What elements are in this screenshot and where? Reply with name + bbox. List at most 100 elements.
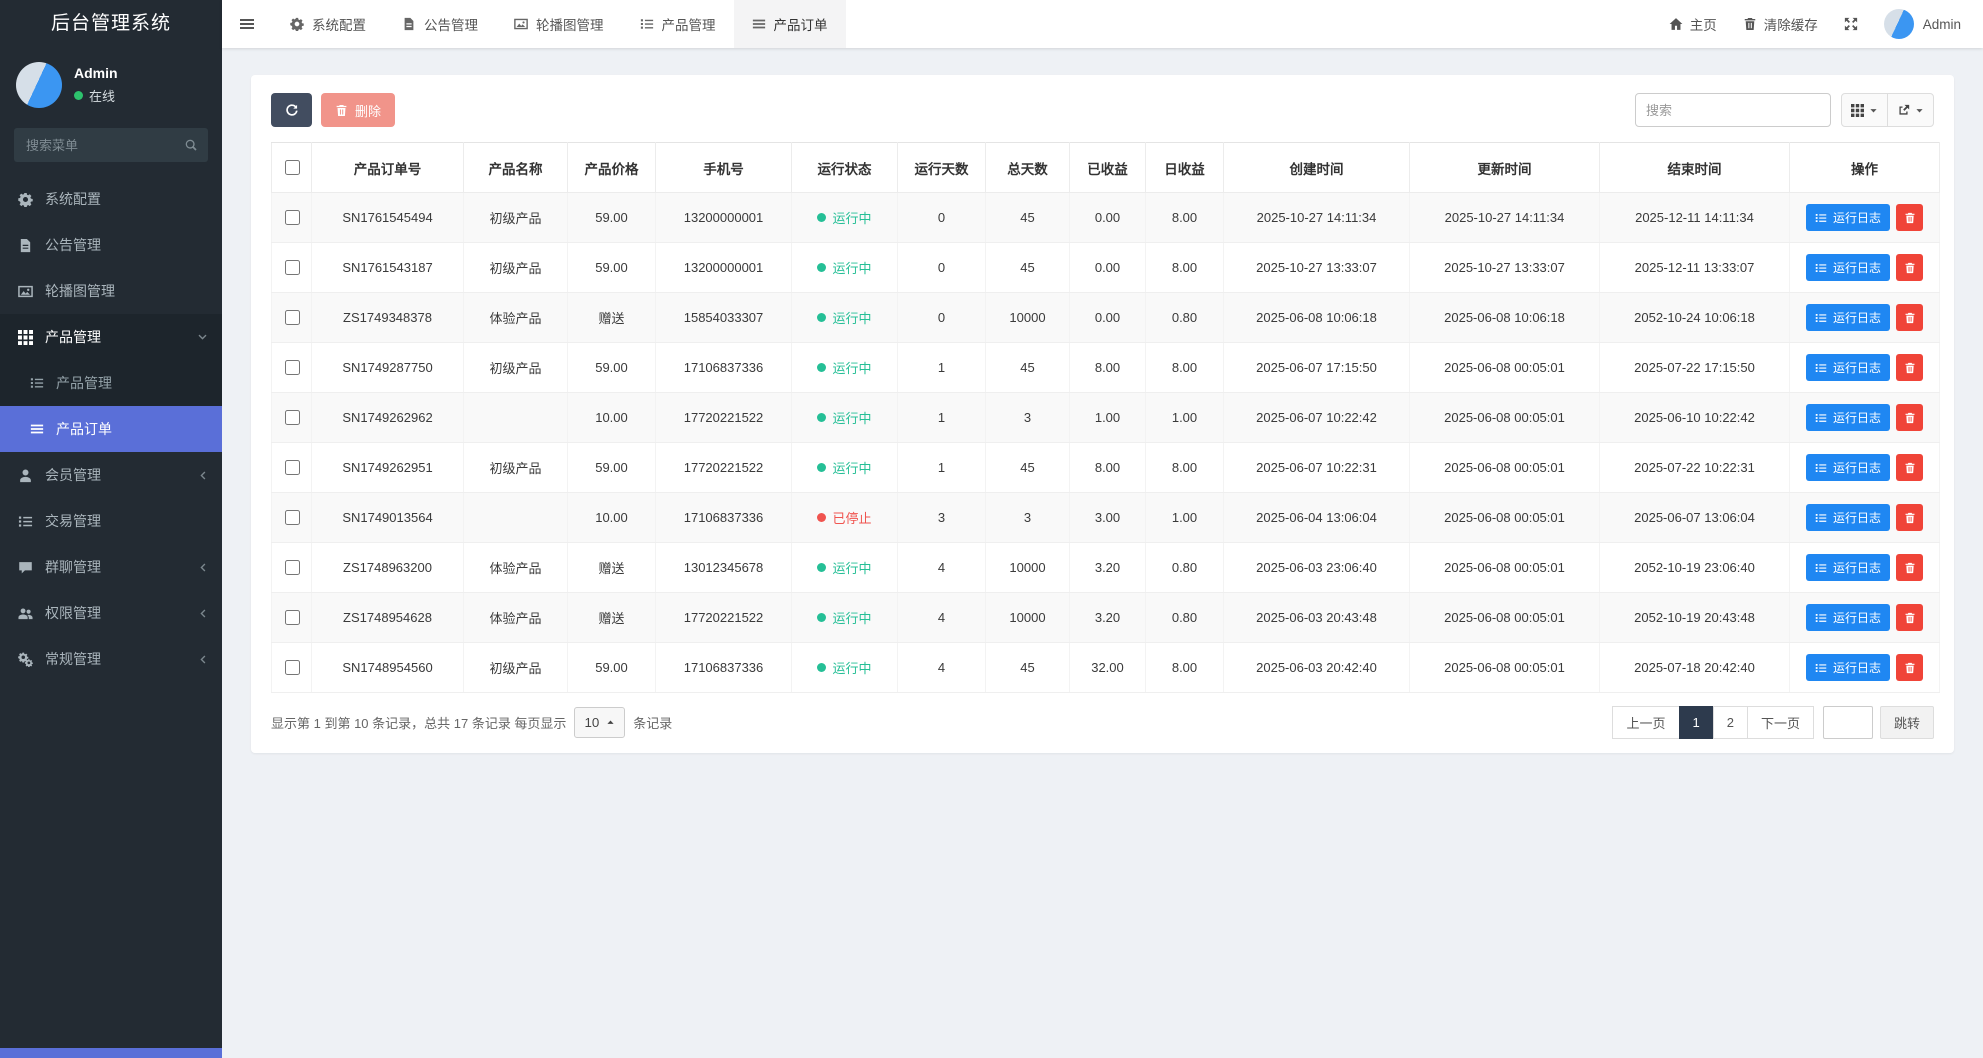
sidebar-item-系统配置[interactable]: 系统配置 [0, 176, 222, 222]
app-root: 后台管理系统 Admin 在线 系统配置公告管理轮播图管理产品管理产品管理产品订… [0, 0, 1983, 1058]
refresh-button[interactable] [271, 93, 312, 127]
run-log-button[interactable]: 运行日志 [1806, 404, 1890, 431]
cell-name: 初级产品 [464, 343, 568, 393]
status-dot-icon [817, 563, 826, 572]
delete-button[interactable]: 删除 [321, 93, 395, 127]
sidebar-item-产品管理[interactable]: 产品管理 [0, 314, 222, 360]
home-link[interactable]: 主页 [1669, 14, 1717, 34]
sidebar-subitem-产品订单[interactable]: 产品订单 [0, 406, 222, 452]
sidebar-subitem-产品管理[interactable]: 产品管理 [0, 360, 222, 406]
next-page-button[interactable]: 下一页 [1747, 706, 1814, 739]
clear-cache-link[interactable]: 清除缓存 [1743, 14, 1818, 34]
row-delete-button[interactable] [1896, 404, 1923, 431]
row-checkbox[interactable] [285, 510, 300, 525]
run-log-button[interactable]: 运行日志 [1806, 204, 1890, 231]
row-checkbox[interactable] [285, 210, 300, 225]
row-delete-button[interactable] [1896, 454, 1923, 481]
tab-公告管理[interactable]: 公告管理 [384, 0, 496, 48]
menu-item-label: 产品订单 [56, 419, 112, 439]
run-log-button[interactable]: 运行日志 [1806, 604, 1890, 631]
row-delete-button[interactable] [1896, 504, 1923, 531]
row-delete-button[interactable] [1896, 654, 1923, 681]
sidebar-item-权限管理[interactable]: 权限管理 [0, 590, 222, 636]
prev-page-button[interactable]: 上一页 [1612, 706, 1679, 739]
status-dot-icon [817, 363, 826, 372]
navbar-user-menu[interactable]: Admin [1884, 9, 1961, 39]
column-header: 创建时间 [1224, 143, 1410, 193]
export-button[interactable] [1887, 93, 1934, 127]
status-dot-icon [817, 263, 826, 272]
tab-产品订单[interactable]: 产品订单 [734, 0, 846, 48]
run-log-button[interactable]: 运行日志 [1806, 454, 1890, 481]
chevron-left-icon [197, 470, 208, 481]
cell-earned: 0.00 [1070, 293, 1146, 343]
row-delete-button[interactable] [1896, 254, 1923, 281]
columns-toggle-button[interactable] [1841, 93, 1888, 127]
run-log-button[interactable]: 运行日志 [1806, 254, 1890, 281]
status-dot-icon [817, 613, 826, 622]
row-checkbox[interactable] [285, 460, 300, 475]
row-checkbox[interactable] [285, 560, 300, 575]
run-log-button[interactable]: 运行日志 [1806, 654, 1890, 681]
chevron-down-icon [197, 332, 208, 343]
select-all-checkbox[interactable] [285, 160, 300, 175]
row-delete-button[interactable] [1896, 554, 1923, 581]
tab-产品管理[interactable]: 产品管理 [622, 0, 734, 48]
page-size-dropdown[interactable]: 10 [574, 707, 625, 738]
tab-轮播图管理[interactable]: 轮播图管理 [496, 0, 622, 48]
cell-days: 4 [898, 543, 986, 593]
cell-phone: 17106837336 [656, 643, 792, 693]
cell-end: 2025-07-18 20:42:40 [1600, 643, 1790, 693]
bars-icon [752, 17, 766, 31]
cell-phone: 13200000001 [656, 193, 792, 243]
run-log-button[interactable]: 运行日志 [1806, 304, 1890, 331]
sidebar-item-会员管理[interactable]: 会员管理 [0, 452, 222, 498]
row-checkbox[interactable] [285, 610, 300, 625]
sidebar-item-公告管理[interactable]: 公告管理 [0, 222, 222, 268]
page-button-1[interactable]: 1 [1679, 706, 1714, 739]
menu-item-label: 会员管理 [45, 465, 101, 485]
run-log-button[interactable]: 运行日志 [1806, 504, 1890, 531]
sidebar-item-常规管理[interactable]: 常规管理 [0, 636, 222, 682]
run-log-button[interactable]: 运行日志 [1806, 554, 1890, 581]
row-checkbox[interactable] [285, 410, 300, 425]
sidebar-toggle-button[interactable] [222, 0, 272, 48]
sidebar: 后台管理系统 Admin 在线 系统配置公告管理轮播图管理产品管理产品管理产品订… [0, 0, 222, 1058]
page-button-2[interactable]: 2 [1713, 706, 1748, 739]
row-checkbox[interactable] [285, 310, 300, 325]
table-search-input[interactable] [1635, 93, 1831, 127]
cell-order: SN1761543187 [312, 243, 464, 293]
jump-button[interactable]: 跳转 [1880, 706, 1934, 739]
column-header: 运行天数 [898, 143, 986, 193]
jump-page-input[interactable] [1823, 706, 1873, 739]
row-delete-button[interactable] [1896, 604, 1923, 631]
menu-item-label: 群聊管理 [45, 557, 101, 577]
row-checkbox[interactable] [285, 260, 300, 275]
cell-phone: 17106837336 [656, 343, 792, 393]
row-delete-button[interactable] [1896, 354, 1923, 381]
users-icon [18, 606, 33, 621]
sidebar-item-交易管理[interactable]: 交易管理 [0, 498, 222, 544]
status-dot-icon [817, 313, 826, 322]
file-icon [402, 17, 416, 31]
list-icon [1815, 412, 1827, 424]
row-delete-button[interactable] [1896, 304, 1923, 331]
caret-up-icon [606, 718, 615, 727]
sidebar-item-轮播图管理[interactable]: 轮播图管理 [0, 268, 222, 314]
avatar [1884, 9, 1914, 39]
tab-系统配置[interactable]: 系统配置 [272, 0, 384, 48]
row-delete-button[interactable] [1896, 204, 1923, 231]
run-log-button[interactable]: 运行日志 [1806, 354, 1890, 381]
cell-price: 59.00 [568, 643, 656, 693]
row-checkbox[interactable] [285, 360, 300, 375]
cell-price: 59.00 [568, 243, 656, 293]
chevron-left-icon [197, 608, 208, 619]
user-status-label: 在线 [89, 86, 115, 105]
sidebar-item-群聊管理[interactable]: 群聊管理 [0, 544, 222, 590]
cell-end: 2025-06-10 10:22:42 [1600, 393, 1790, 443]
cell-created: 2025-06-08 10:06:18 [1224, 293, 1410, 343]
fullscreen-button[interactable] [1844, 17, 1858, 31]
row-checkbox[interactable] [285, 660, 300, 675]
cell-days: 0 [898, 193, 986, 243]
sidebar-search-input[interactable] [14, 128, 208, 162]
